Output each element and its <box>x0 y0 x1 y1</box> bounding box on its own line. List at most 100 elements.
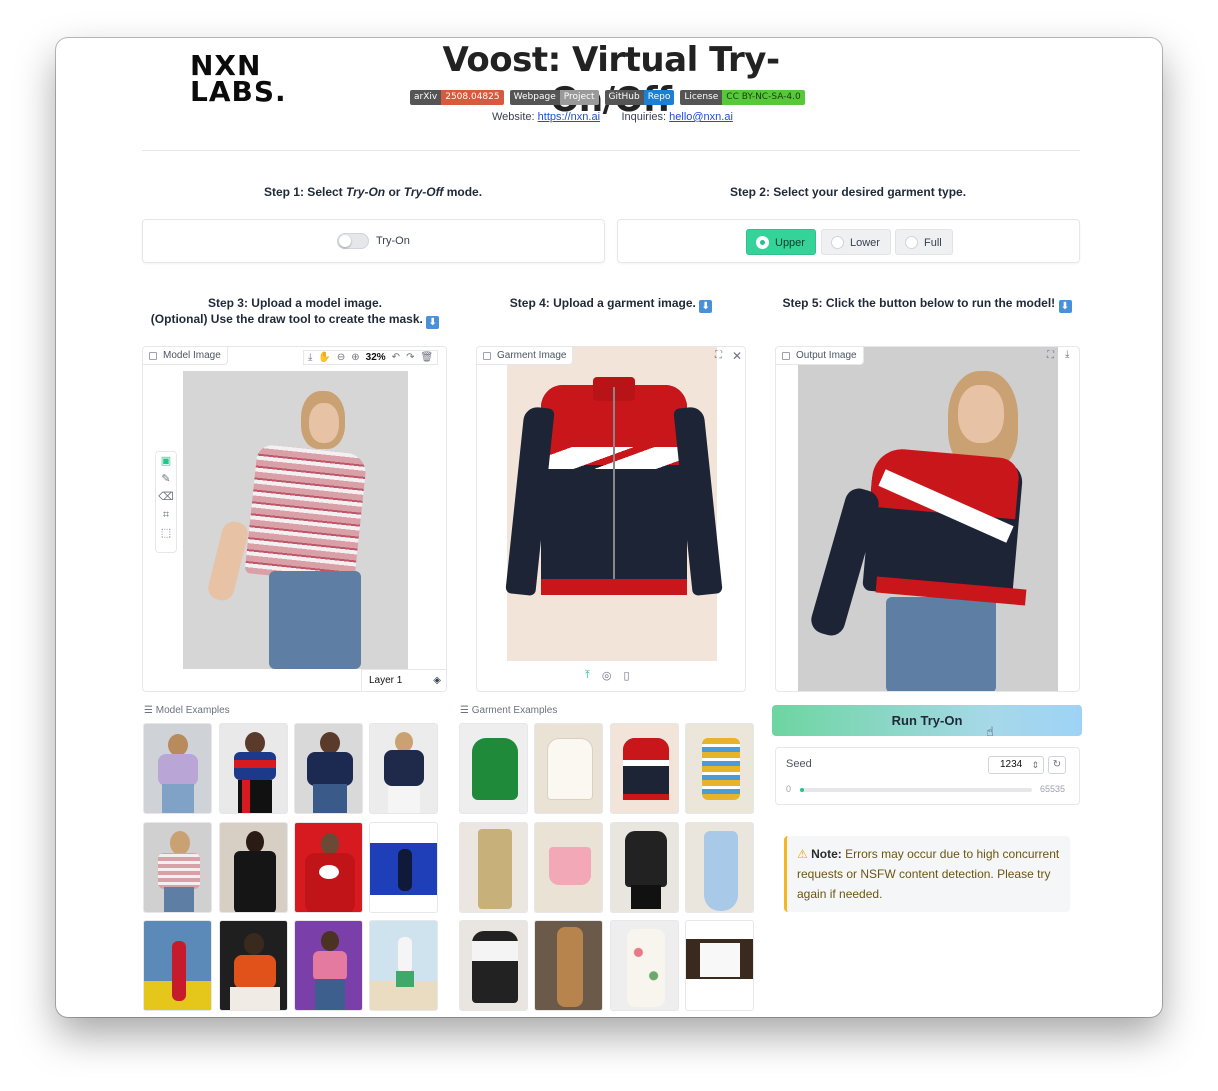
model-jeans <box>269 571 361 669</box>
close-icon[interactable]: ✕ <box>732 349 742 363</box>
radio-full[interactable]: Full <box>895 229 953 255</box>
model-example[interactable] <box>294 822 363 913</box>
cursor-hand-icon: ☝ <box>986 724 994 739</box>
garment-example[interactable] <box>685 920 754 1011</box>
inquiries-label: Inquiries: <box>621 111 667 123</box>
website-link[interactable]: https://nxn.ai <box>538 111 600 123</box>
fullscreen-icon[interactable]: ⛶ <box>715 350 722 361</box>
download-icon[interactable]: ⤓ <box>308 352 312 363</box>
model-shirt <box>244 443 368 585</box>
garment-example[interactable] <box>610 723 679 814</box>
step3-heading: Step 3: Upload a model image. (Optional)… <box>142 295 448 329</box>
garment-example[interactable] <box>534 822 603 913</box>
garment-type-panel: Upper Lower Full <box>617 219 1080 263</box>
page-title: Voost: Virtual Try-On/Off <box>442 40 780 120</box>
zoom-out-icon[interactable]: ⊖ <box>337 352 345 363</box>
undo-icon[interactable]: ↶ <box>392 352 400 363</box>
fullscreen-icon[interactable]: ⛶ <box>1047 350 1054 361</box>
reset-seed-icon[interactable]: ↻ <box>1048 756 1066 774</box>
warning-icon: ⚠ <box>797 847 808 861</box>
garment-example[interactable] <box>459 822 528 913</box>
garment-example[interactable] <box>534 723 603 814</box>
garment-example[interactable] <box>459 920 528 1011</box>
jacket-hem <box>541 579 687 595</box>
stepper-icon[interactable]: ⇕ <box>1031 757 1039 773</box>
nxn-labs-logo[interactable]: NXN LABS. <box>190 52 300 108</box>
model-example[interactable] <box>369 920 438 1011</box>
image-tool-icon[interactable]: ▣ <box>156 452 176 470</box>
upload-toolbar: ⤒ ◎ ▯ <box>585 669 630 682</box>
image-icon <box>149 352 157 360</box>
model-face <box>309 403 339 443</box>
model-example[interactable] <box>294 723 363 814</box>
draw-toolbar: ▣ ✎ ⌫ ⌗ ⬚ <box>155 451 177 553</box>
step5-heading: Step 5: Click the button below to run th… <box>774 295 1080 313</box>
seed-slider[interactable] <box>800 788 1032 792</box>
jacket-zipper <box>613 387 615 593</box>
model-example[interactable] <box>219 920 288 1011</box>
garment-image-tag: Garment Image <box>477 347 574 365</box>
brush-icon[interactable]: ✎ <box>156 470 176 488</box>
output-jeans <box>886 597 996 691</box>
model-example[interactable] <box>143 822 212 913</box>
logo-line2: LABS. <box>190 75 287 108</box>
down-arrow-icon: ⬇ <box>1058 300 1072 313</box>
website-label: Website: <box>492 111 535 123</box>
garment-example[interactable] <box>685 723 754 814</box>
garment-example[interactable] <box>685 822 754 913</box>
model-example[interactable] <box>219 822 288 913</box>
radio-dot-icon <box>905 236 918 249</box>
garment-image-box[interactable]: Garment Image ⛶ ✕ ⤒ ◎ ▯ <box>476 346 746 692</box>
inquiries-link[interactable]: hello@nxn.ai <box>669 111 733 123</box>
garment-examples-label: ☰ Garment Examples <box>460 705 558 716</box>
model-example[interactable] <box>143 920 212 1011</box>
note-bold: Note: <box>811 847 842 861</box>
layer-selector[interactable]: Layer 1 ◈ <box>361 669 446 691</box>
model-example[interactable] <box>294 920 363 1011</box>
clipboard-icon[interactable]: ▯ <box>623 669 629 682</box>
resize-icon[interactable]: ⬚ <box>156 524 176 542</box>
eraser-icon[interactable]: ⌫ <box>156 488 176 506</box>
model-image-editor[interactable]: Model Image ⤓ ✋ ⊖ ⊕ 32% ↶ ↷ 🗑 ▣ ✎ ⌫ ⌗ ⬚ <box>142 346 447 692</box>
layers-icon: ◈ <box>433 675 441 686</box>
run-try-on-button[interactable]: Run Try-On <box>772 705 1082 736</box>
zoom-in-icon[interactable]: ⊕ <box>351 352 359 363</box>
trash-icon[interactable]: 🗑 <box>420 352 433 363</box>
license-badge[interactable]: License CC BY-NC-SA-4.0 <box>680 90 805 105</box>
github-badge[interactable]: GitHub Repo <box>604 90 675 105</box>
output-face <box>958 385 1004 443</box>
radio-upper[interactable]: Upper <box>746 229 816 255</box>
garment-example[interactable] <box>459 723 528 814</box>
seed-max: 65535 <box>1040 784 1066 794</box>
garment-example[interactable] <box>610 822 679 913</box>
model-toolbar: ⤓ ✋ ⊖ ⊕ 32% ↶ ↷ 🗑 <box>303 350 439 365</box>
model-example[interactable] <box>369 822 438 913</box>
radio-lower[interactable]: Lower <box>821 229 891 255</box>
crop-icon[interactable]: ⌗ <box>156 506 176 524</box>
model-example[interactable] <box>369 723 438 814</box>
seed-input[interactable]: 1234 ⇕ <box>988 756 1044 774</box>
download-icon[interactable]: ⤓ <box>1065 349 1069 360</box>
output-photo <box>798 347 1058 691</box>
radio-dot-icon <box>831 236 844 249</box>
output-image-tag: Output Image <box>776 347 864 365</box>
seed-label: Seed <box>786 758 812 770</box>
webpage-badge[interactable]: Webpage Project <box>509 90 599 105</box>
model-photo <box>183 371 408 669</box>
radio-dot-icon <box>756 236 769 249</box>
redo-icon[interactable]: ↷ <box>406 352 414 363</box>
mode-toggle[interactable] <box>337 233 369 249</box>
down-arrow-icon: ⬇ <box>426 316 440 329</box>
image-icon <box>782 352 790 360</box>
webcam-icon[interactable]: ◎ <box>602 669 612 682</box>
garment-example[interactable] <box>610 920 679 1011</box>
pan-icon[interactable]: ✋ <box>318 352 330 363</box>
divider <box>142 150 1080 151</box>
model-example[interactable] <box>143 723 212 814</box>
upload-icon[interactable]: ⤒ <box>585 669 590 682</box>
mode-toggle-label: Try-On <box>376 235 410 247</box>
garment-example[interactable] <box>534 920 603 1011</box>
arxiv-badge[interactable]: arXiv 2508.04825 <box>410 90 504 105</box>
model-example[interactable] <box>219 723 288 814</box>
model-examples-label: ☰ Model Examples <box>144 705 230 716</box>
